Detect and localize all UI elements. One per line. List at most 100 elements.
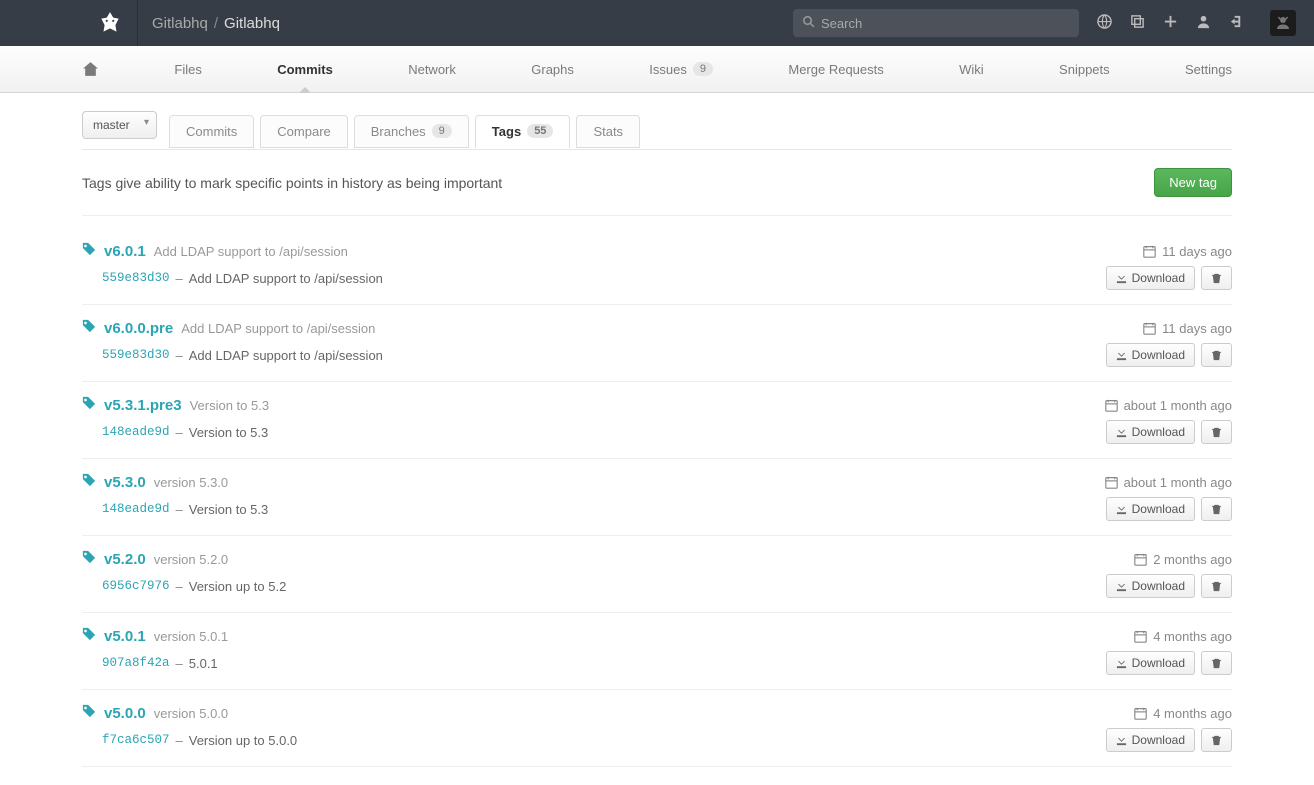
project-breadcrumb[interactable]: Gitlabhq / Gitlabhq <box>152 15 280 32</box>
tag-icon <box>82 704 96 721</box>
tag-icon <box>82 319 96 336</box>
download-button[interactable]: Download <box>1106 343 1195 367</box>
tag-item: v6.0.0.pre Add LDAP support to /api/sess… <box>82 305 1232 382</box>
download-icon <box>1116 350 1127 361</box>
calendar-icon <box>1134 630 1147 643</box>
branches-count: 9 <box>432 124 452 138</box>
download-icon <box>1116 581 1127 592</box>
tag-message: version 5.2.0 <box>154 552 228 567</box>
nav-files[interactable]: Files <box>174 46 201 92</box>
subtab-commits[interactable]: Commits <box>169 115 254 148</box>
calendar-icon <box>1143 322 1156 335</box>
signout-icon[interactable] <box>1229 14 1244 32</box>
trash-icon <box>1211 504 1222 515</box>
trash-icon <box>1211 427 1222 438</box>
project-name[interactable]: Gitlabhq <box>224 15 280 32</box>
logo[interactable] <box>82 0 138 46</box>
subtab-branches[interactable]: Branches9 <box>354 115 469 148</box>
subtab-compare[interactable]: Compare <box>260 115 347 148</box>
topbar: Gitlabhq / Gitlabhq <box>0 0 1314 46</box>
main-content: master Commits Compare Branches9 Tags55 … <box>72 93 1242 785</box>
delete-button[interactable] <box>1201 574 1232 598</box>
group-name[interactable]: Gitlabhq <box>152 15 208 32</box>
subtabs: Commits Compare Branches9 Tags55 Stats <box>169 114 646 147</box>
tag-time: 4 months ago <box>1134 706 1232 721</box>
search-icon <box>803 16 815 31</box>
delete-button[interactable] <box>1201 728 1232 752</box>
tag-name-link[interactable]: v5.3.1.pre3 <box>104 397 182 414</box>
new-tag-button[interactable]: New tag <box>1154 168 1232 197</box>
commit-sha[interactable]: 148eade9d <box>102 425 170 439</box>
user-icon[interactable] <box>1196 14 1211 32</box>
tag-message: version 5.0.1 <box>154 629 228 644</box>
tag-time: about 1 month ago <box>1105 475 1232 490</box>
tag-name-link[interactable]: v5.3.0 <box>104 474 146 491</box>
commit-sha[interactable]: 6956c7976 <box>102 579 170 593</box>
tag-message: Add LDAP support to /api/session <box>154 244 348 259</box>
nav-wiki[interactable]: Wiki <box>959 46 984 92</box>
download-icon <box>1116 735 1127 746</box>
nav-snippets[interactable]: Snippets <box>1059 46 1110 92</box>
tag-name-link[interactable]: v5.0.0 <box>104 705 146 722</box>
commit-message: Version up to 5.0.0 <box>189 733 297 748</box>
tag-name-link[interactable]: v6.0.1 <box>104 243 146 260</box>
commit-sha[interactable]: 559e83d30 <box>102 348 170 362</box>
download-button[interactable]: Download <box>1106 266 1195 290</box>
tag-icon <box>82 550 96 567</box>
copy-icon[interactable] <box>1130 14 1145 32</box>
download-button[interactable]: Download <box>1106 420 1195 444</box>
download-button[interactable]: Download <box>1106 728 1195 752</box>
tag-item: v5.0.1 version 5.0.1 4 months ago 907a8f… <box>82 613 1232 690</box>
avatar[interactable] <box>1270 10 1296 36</box>
commit-sha[interactable]: f7ca6c507 <box>102 733 170 747</box>
delete-button[interactable] <box>1201 497 1232 521</box>
commit-sha[interactable]: 559e83d30 <box>102 271 170 285</box>
tag-item: v5.3.1.pre3 Version to 5.3 about 1 month… <box>82 382 1232 459</box>
calendar-icon <box>1105 476 1118 489</box>
nav-issues[interactable]: Issues9 <box>649 46 713 92</box>
commit-sha[interactable]: 148eade9d <box>102 502 170 516</box>
nav-merge-requests[interactable]: Merge Requests <box>788 46 883 92</box>
delete-button[interactable] <box>1201 266 1232 290</box>
calendar-icon <box>1134 707 1147 720</box>
tag-name-link[interactable]: v5.0.1 <box>104 628 146 645</box>
globe-icon[interactable] <box>1097 14 1112 32</box>
tag-icon <box>82 242 96 259</box>
nav-network[interactable]: Network <box>408 46 456 92</box>
nav-commits[interactable]: Commits <box>277 46 333 92</box>
trash-icon <box>1211 658 1222 669</box>
tag-item: v5.3.0 version 5.3.0 about 1 month ago 1… <box>82 459 1232 536</box>
calendar-icon <box>1134 553 1147 566</box>
delete-button[interactable] <box>1201 343 1232 367</box>
tag-time: about 1 month ago <box>1105 398 1232 413</box>
nav-graphs[interactable]: Graphs <box>531 46 574 92</box>
plus-icon[interactable] <box>1163 14 1178 32</box>
download-button[interactable]: Download <box>1106 574 1195 598</box>
subtab-tags[interactable]: Tags55 <box>475 115 571 148</box>
download-icon <box>1116 504 1127 515</box>
delete-button[interactable] <box>1201 651 1232 675</box>
subtab-stats[interactable]: Stats <box>576 115 640 148</box>
tag-item: v5.2.0 version 5.2.0 2 months ago 6956c7… <box>82 536 1232 613</box>
issues-count: 9 <box>693 62 713 76</box>
download-button[interactable]: Download <box>1106 651 1195 675</box>
tags-count: 55 <box>527 124 553 138</box>
tag-name-link[interactable]: v6.0.0.pre <box>104 320 173 337</box>
tag-time: 11 days ago <box>1143 244 1232 259</box>
commit-sha[interactable]: 907a8f42a <box>102 656 170 670</box>
commit-message: Version to 5.3 <box>189 502 269 517</box>
tag-name-link[interactable]: v5.2.0 <box>104 551 146 568</box>
tag-message: Add LDAP support to /api/session <box>181 321 375 336</box>
nav-home[interactable] <box>82 46 99 92</box>
commit-message: Add LDAP support to /api/session <box>189 271 383 286</box>
tag-message: version 5.0.0 <box>154 706 228 721</box>
download-button[interactable]: Download <box>1106 497 1195 521</box>
tag-time: 11 days ago <box>1143 321 1232 336</box>
nav-settings[interactable]: Settings <box>1185 46 1232 92</box>
branch-select[interactable]: master <box>82 111 157 139</box>
search-box[interactable] <box>793 9 1079 37</box>
commit-message: Version to 5.3 <box>189 425 269 440</box>
search-input[interactable] <box>821 16 1069 31</box>
delete-button[interactable] <box>1201 420 1232 444</box>
download-icon <box>1116 658 1127 669</box>
